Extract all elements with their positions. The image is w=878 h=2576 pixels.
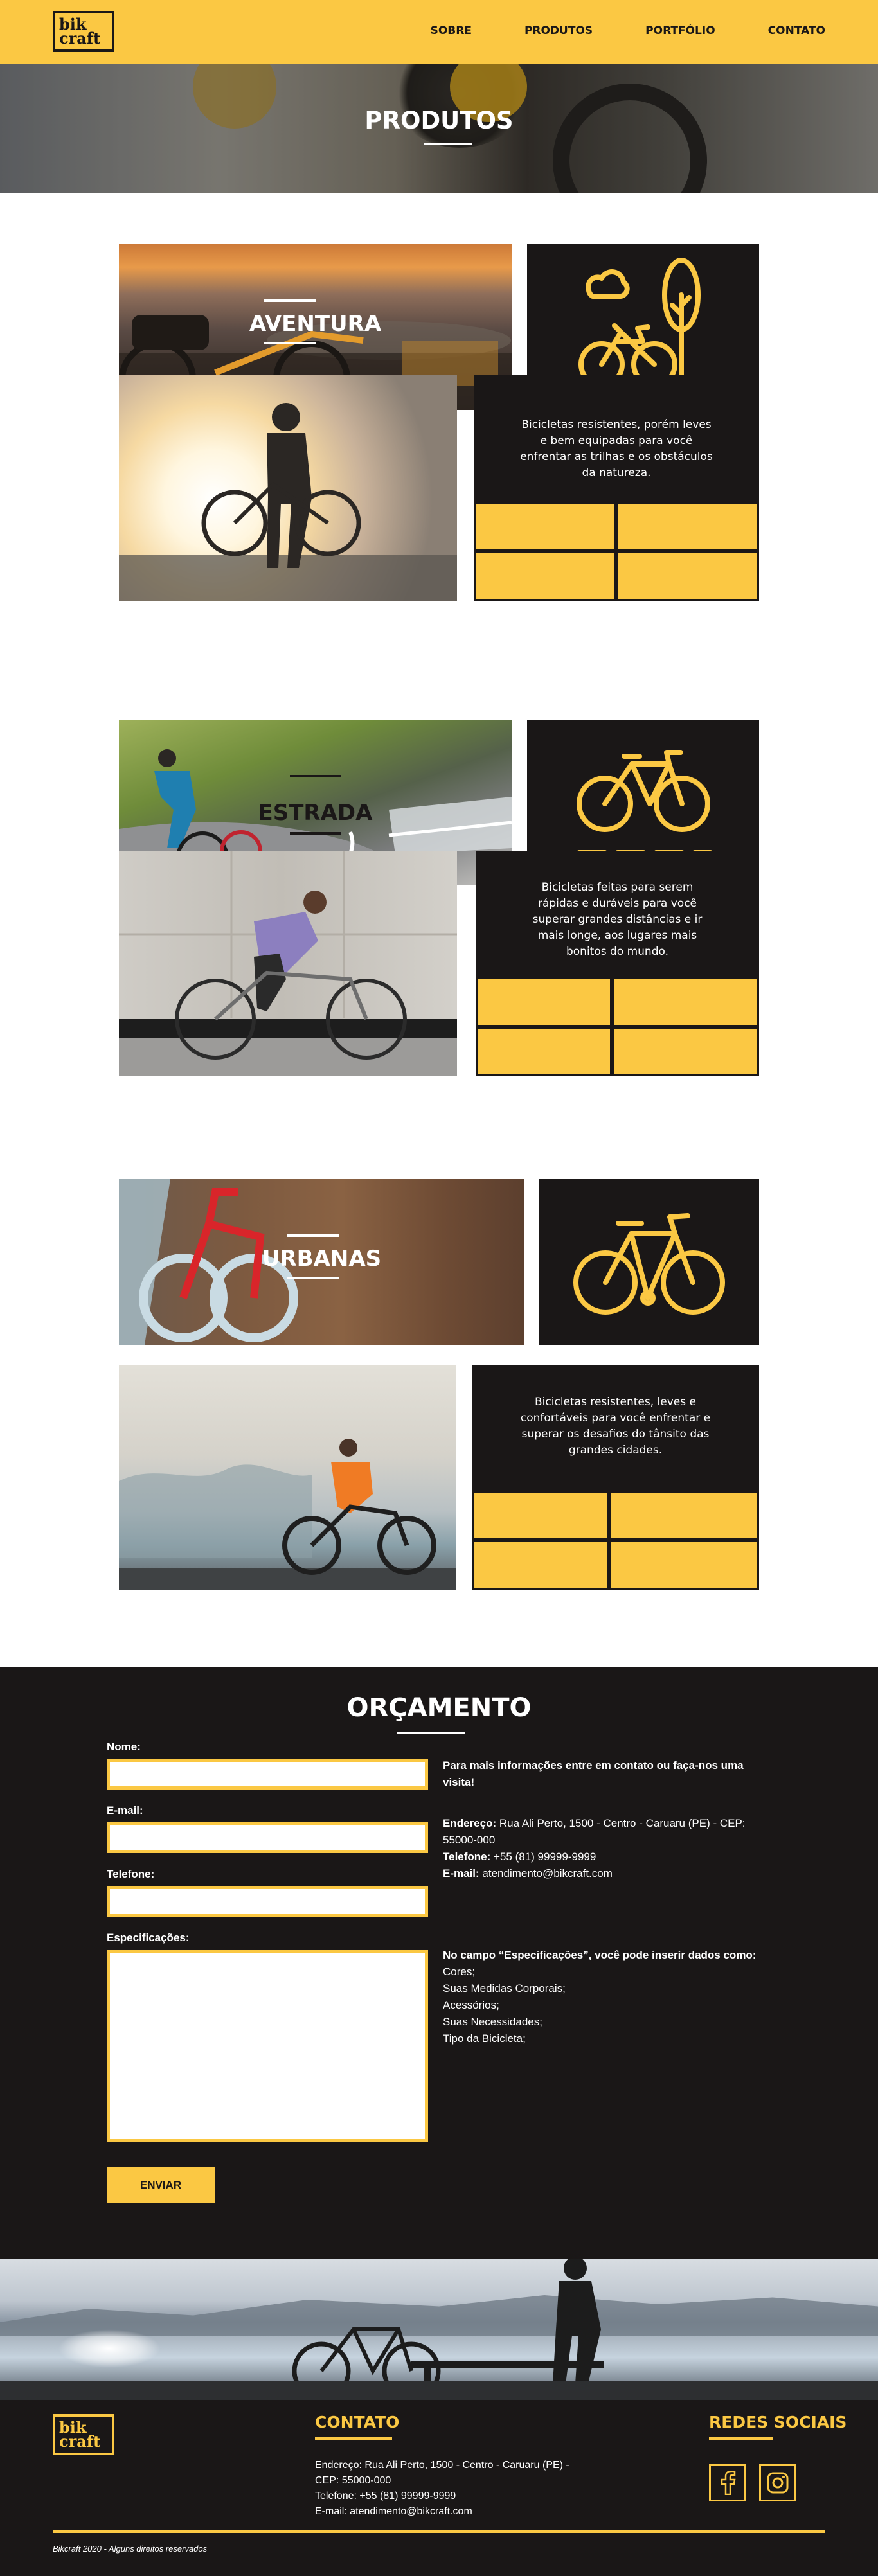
quote-title: ORÇAMENTO [346,1693,532,1723]
grid-cell[interactable] [618,553,757,599]
product-info: Bicicletas feitas para serem rápidas e d… [476,851,759,1076]
product-color-grid [478,979,757,1074]
product-photo [119,851,457,1076]
product-description: Bicicletas resistentes, porém leves e be… [520,418,713,479]
product-description: Bicicletas resistentes, leves e confortá… [520,1396,711,1457]
page-title: PRODUTOS [364,107,514,134]
copyright: Bikcraft 2020 - Alguns direitos reservad… [53,2544,208,2554]
quote-info: Para mais informações entre em contato o… [443,1757,764,1791]
product-photo [119,375,457,601]
footer-address: Endereço: Rua Ali Perto, 1500 - Centro -… [315,2460,569,2486]
grid-cell[interactable] [474,1493,607,1538]
photo-bench-rider [292,2259,604,2400]
specs-help: No campo “Especificações”, você pode ins… [443,1947,764,2047]
product-aventura: AVENTURA Bicicletas resistentes, porém l… [0,193,878,668]
logo-line-2: craft [59,29,101,48]
phone-label: Telefone: [107,1868,155,1880]
list-item: Tipo da Bicicleta; [443,2032,526,2045]
product-estrada: ESTRADA Bicicletas feitas para serem ráp… [0,668,878,1147]
product-title: AVENTURA [249,311,382,337]
grid-cell[interactable] [614,1029,757,1074]
footer-contact-title: CONTATO [315,2413,400,2431]
product-banner[interactable]: URBANAS [119,1179,524,1345]
main-nav: Sobre Produtos Portfólio Contato [378,24,825,37]
footer-social-title: REDES SOCIAIS [709,2413,847,2431]
grid-cell[interactable] [618,504,757,549]
grid-cell[interactable] [474,1542,607,1588]
photo-road-rider [119,851,457,1076]
product-color-grid [474,1493,757,1588]
product-description: Bicicletas feitas para serem rápidas e d… [532,881,703,958]
name-field[interactable] [107,1759,428,1790]
city-bike-icon [573,1213,725,1315]
phone-field[interactable] [107,1886,428,1917]
grid-cell[interactable] [611,1493,757,1538]
list-item: Cores; [443,1966,476,1978]
grid-cell[interactable] [478,979,610,1025]
phone-text: +55 (81) 99999-9999 [494,1851,596,1863]
list-item: Suas Necessidades; [443,2016,542,2028]
email-text[interactable]: atendimento@bikcraft.com [482,1867,612,1879]
hero-banner: PRODUTOS [0,64,878,193]
product-icon-box [539,1179,759,1345]
site-logo[interactable]: bik craft [53,11,114,52]
product-color-grid [476,504,757,599]
title-underline [397,1732,465,1734]
product-photo [119,1365,456,1590]
email-label: E-mail: [107,1804,143,1817]
name-label: Nome: [107,1741,141,1753]
scenic-photo [0,2259,878,2400]
nav-sobre[interactable]: Sobre [431,24,472,37]
grid-cell[interactable] [476,504,614,549]
submit-button[interactable]: ENVIAR [107,2167,215,2203]
grid-cell[interactable] [614,979,757,1025]
footer-logo[interactable]: bik craft [53,2414,114,2455]
specs-textarea[interactable] [107,1950,428,2142]
list-item: Acessórios; [443,1999,499,2011]
footer-contact: Endereço: Rua Ali Perto, 1500 - Centro -… [315,2458,572,2519]
specs-help-title: No campo “Especificações”, você pode ins… [443,1949,757,1961]
product-urbanas: URBANAS Bicicletas resistentes, leves e … [0,1147,878,1667]
photo-urban-rider [119,1439,456,1590]
nav-portfolio[interactable]: Portfólio [645,24,715,37]
site-header: bik craft Sobre Produtos Portfólio Conta… [0,0,878,64]
footer-divider [53,2530,825,2533]
product-title: ESTRADA [258,800,373,826]
instagram-icon[interactable] [759,2464,796,2501]
site-footer: bik craft CONTATO Endereço: Rua Ali Pert… [0,2400,878,2576]
list-item: Suas Medidas Corporais; [443,1982,566,1994]
footer-phone: Telefone: +55 (81) 99999-9999 [315,2491,456,2501]
footer-email[interactable]: E-mail: atendimento@bikcraft.com [315,2504,572,2519]
road-bike-icon [576,750,713,855]
grid-cell[interactable] [611,1542,757,1588]
quote-section: ORÇAMENTO Nome: E-mail: Telefone: Especi… [0,1667,878,2259]
product-title: URBANAS [262,1246,382,1272]
contact-details: Endereço: Rua Ali Perto, 1500 - Centro -… [443,1817,746,1879]
title-underline [424,143,472,145]
facebook-icon[interactable] [709,2464,746,2501]
nav-produtos[interactable]: Produtos [524,24,593,37]
email-field[interactable] [107,1822,428,1853]
photo-rider-silhouette [119,403,457,601]
grid-cell[interactable] [476,553,614,599]
specs-label: Especificações: [107,1932,190,1944]
product-info: Bicicletas resistentes, porém leves e be… [474,375,759,601]
info-title: Para mais informações entre em contato o… [443,1759,744,1788]
grid-cell[interactable] [478,1029,610,1074]
product-info: Bicicletas resistentes, leves e confortá… [472,1365,759,1590]
nav-contato[interactable]: Contato [768,24,825,37]
